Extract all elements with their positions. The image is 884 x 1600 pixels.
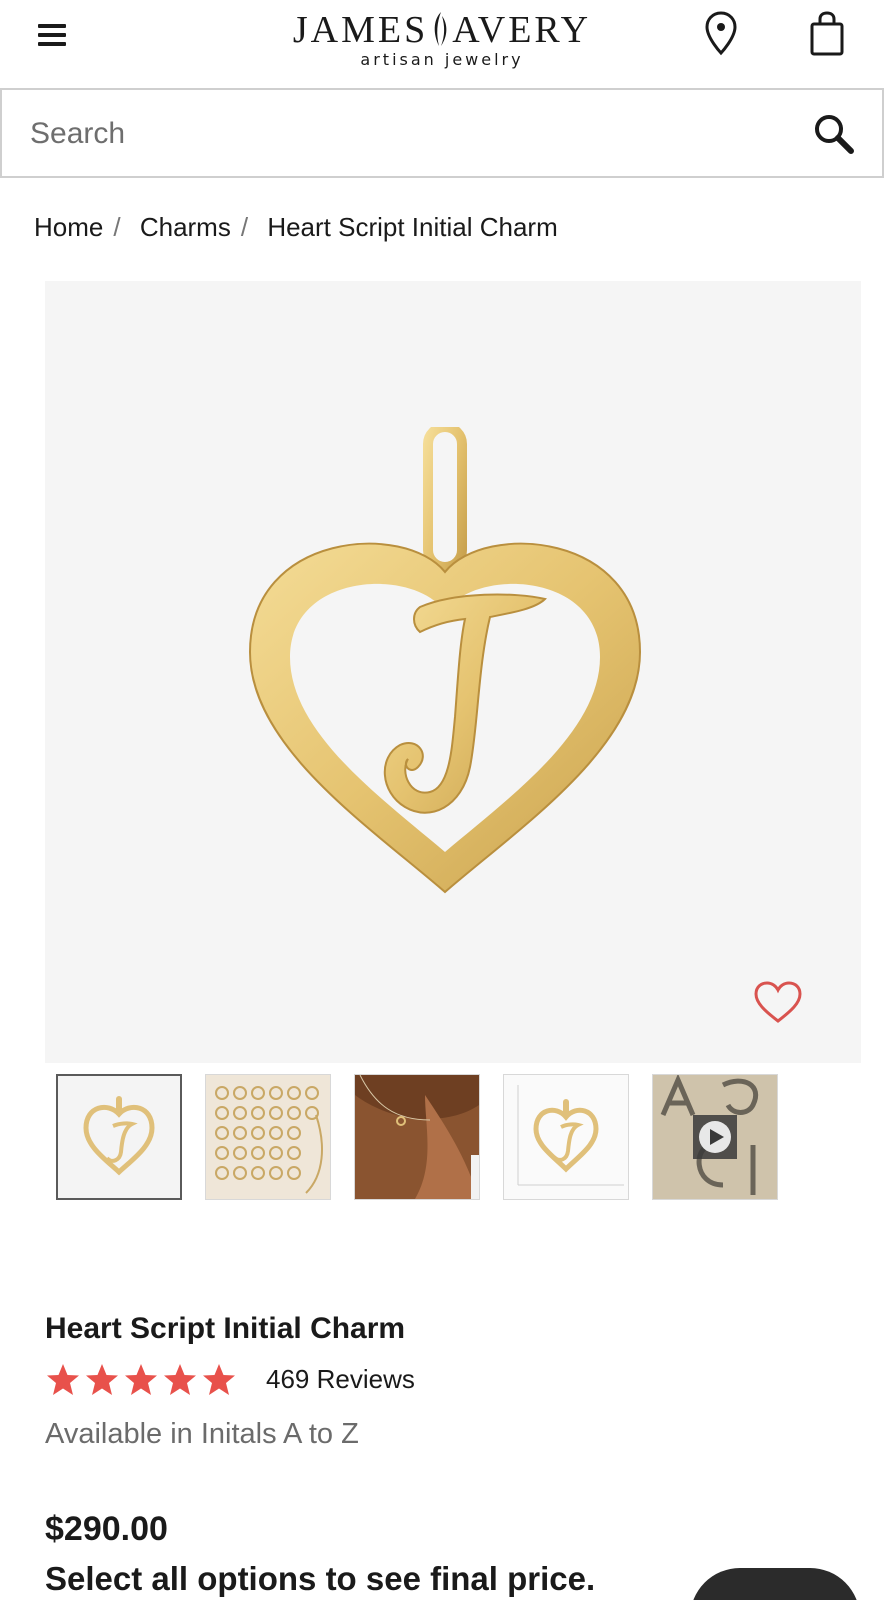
magnifier-icon[interactable] bbox=[812, 112, 856, 156]
shopping-bag-icon[interactable] bbox=[808, 10, 846, 56]
thumbnail-5-video[interactable] bbox=[652, 1074, 778, 1200]
breadcrumb-separator: / bbox=[240, 212, 249, 242]
logo-wordmark: JAMES AVERY bbox=[292, 9, 592, 51]
heart-outline-icon[interactable] bbox=[753, 981, 803, 1025]
map-pin-icon[interactable] bbox=[704, 10, 738, 56]
product-title: Heart Script Initial Charm bbox=[45, 1312, 406, 1345]
thumbnail-1[interactable] bbox=[56, 1074, 182, 1200]
charm-image bbox=[248, 427, 642, 894]
logo-tagline: artisan jewelry bbox=[360, 50, 524, 69]
breadcrumb-charms[interactable]: Charms bbox=[140, 212, 231, 242]
site-header: JAMES AVERY artisan jewelry bbox=[0, 0, 884, 88]
product-main-image[interactable] bbox=[45, 281, 861, 1063]
logo[interactable]: JAMES AVERY artisan jewelry bbox=[270, 8, 614, 78]
star-rating-icon[interactable] bbox=[45, 1362, 245, 1398]
thumbnail-4[interactable] bbox=[503, 1074, 629, 1200]
product-price: $290.00 bbox=[45, 1510, 168, 1548]
price-note: Select all options to see final price. bbox=[45, 1560, 596, 1597]
thumbnail-3[interactable] bbox=[354, 1074, 480, 1200]
search-input[interactable] bbox=[30, 108, 770, 160]
breadcrumb-current: Heart Script Initial Charm bbox=[267, 212, 558, 242]
search-bar bbox=[0, 88, 884, 178]
chat-button[interactable] bbox=[690, 1568, 860, 1600]
hamburger-menu-icon[interactable] bbox=[38, 24, 66, 48]
availability-text: Available in Initals A to Z bbox=[45, 1418, 359, 1450]
breadcrumb-separator: / bbox=[113, 212, 121, 242]
thumbnail-2[interactable] bbox=[205, 1074, 331, 1200]
reviews-link[interactable]: 469 Reviews bbox=[266, 1364, 415, 1395]
leaf-logo-icon bbox=[434, 12, 447, 46]
breadcrumb: Home / Charms / Heart Script Initial Charm bbox=[34, 212, 558, 243]
breadcrumb-home[interactable]: Home bbox=[34, 212, 103, 242]
